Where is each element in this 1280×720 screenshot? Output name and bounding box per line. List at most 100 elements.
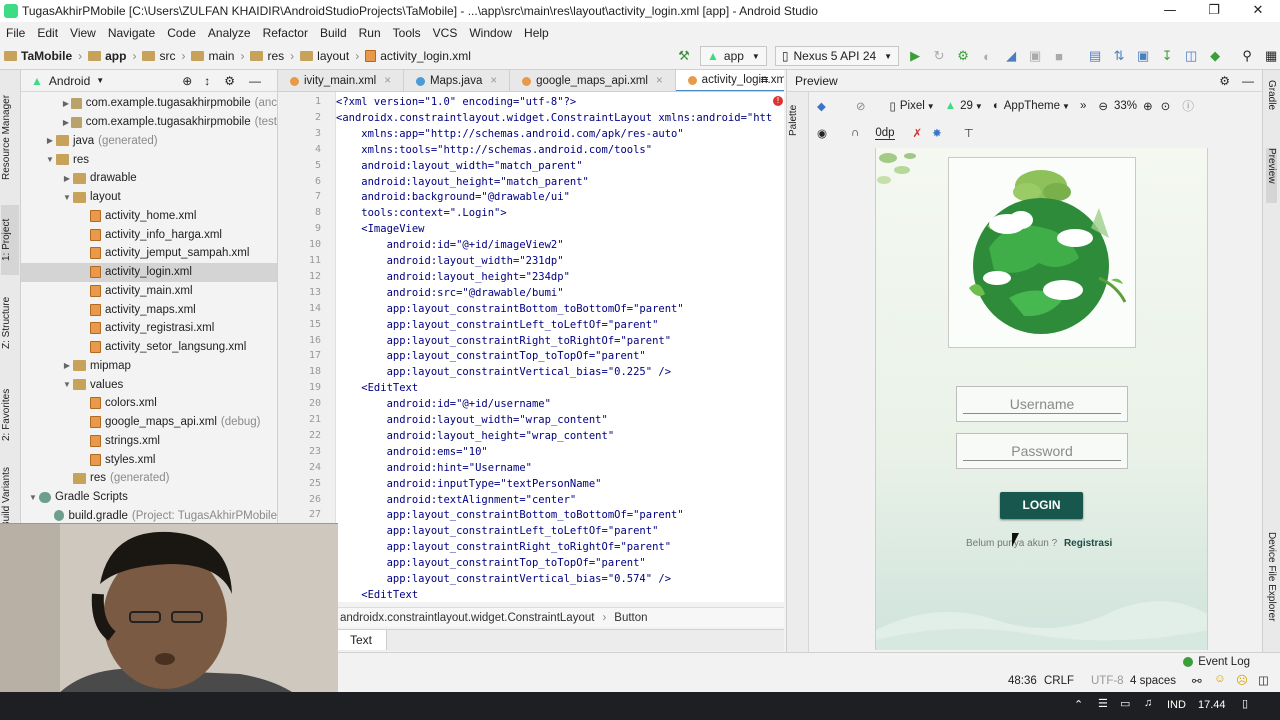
apply-changes-icon[interactable]: ↻ <box>927 45 951 67</box>
breadcrumb-src[interactable]: src <box>138 49 179 63</box>
editor-tab[interactable]: ivity_main.xml × <box>278 70 404 91</box>
debug-icon[interactable]: ⚙ <box>951 45 975 67</box>
close-tab-icon[interactable]: × <box>384 75 391 87</box>
menu-help[interactable]: Help <box>518 26 555 40</box>
battery-icon[interactable]: ▭ <box>1120 697 1130 710</box>
restore-icon[interactable]: ❐ <box>1192 0 1236 22</box>
tab-text[interactable]: Text <box>336 630 388 650</box>
chevron-right-icon[interactable]: ▶ <box>61 174 73 183</box>
menu-window[interactable]: Window <box>463 26 518 40</box>
tree-item[interactable]: activity_info_harga.xml <box>21 225 277 244</box>
menu-navigate[interactable]: Navigate <box>102 26 161 40</box>
tab-project[interactable]: 1: Project <box>1 205 19 275</box>
username-field[interactable]: Username <box>956 386 1128 422</box>
menu-view[interactable]: View <box>64 26 102 40</box>
tree-item[interactable]: strings.xml <box>21 432 277 451</box>
tree-item[interactable]: colors.xml <box>21 394 277 413</box>
breadcrumb-module[interactable]: app <box>84 49 130 63</box>
file-encoding[interactable]: UTF-8 <box>1091 675 1124 687</box>
avd-manager-icon[interactable]: ▣ <box>1131 45 1155 67</box>
tree-item[interactable]: ▶ mipmap <box>21 357 277 376</box>
tab-device-file-explorer[interactable]: Device File Explorer <box>1266 532 1277 642</box>
run-config-dropdown[interactable]: ▲ app ▼ <box>700 46 767 66</box>
coverage-icon[interactable]: ▣ <box>1023 45 1047 67</box>
tree-item[interactable]: ▶ java (generated) <box>21 132 277 151</box>
breadcrumb-project[interactable]: TaMobile <box>0 49 76 63</box>
lock-icon[interactable]: ⚯ <box>1192 674 1202 688</box>
menu-build[interactable]: Build <box>314 26 353 40</box>
tabs-overflow-icon[interactable]: ≡ <box>760 73 769 86</box>
tab-preview[interactable]: Preview <box>1266 148 1277 203</box>
clear-constraints-icon[interactable]: ✗ <box>913 126 923 140</box>
chevron-down-icon[interactable]: ▼ <box>61 380 73 389</box>
tab-structure[interactable]: Z: Structure <box>1 288 19 358</box>
tree-item[interactable]: activity_maps.xml <box>21 300 277 319</box>
tree-item[interactable]: res (generated) <box>21 469 277 488</box>
hide-icon[interactable]: — <box>249 74 261 88</box>
tree-item[interactable]: activity_home.xml <box>21 207 277 226</box>
notifications-icon[interactable]: ▯ <box>1242 697 1248 710</box>
tab-resource-manager[interactable]: Resource Manager <box>1 82 19 192</box>
indent-setting[interactable]: 4 spaces <box>1130 675 1176 687</box>
tab-palette[interactable]: Palette <box>788 100 806 140</box>
editor-tab[interactable]: Maps.java × <box>404 70 511 91</box>
locate-icon[interactable]: ⊕ <box>182 74 192 88</box>
infer-constraints-icon[interactable]: ✸ <box>932 126 942 140</box>
menu-refactor[interactable]: Refactor <box>257 26 314 40</box>
chevron-down-icon[interactable]: ▼ <box>27 493 39 502</box>
tree-item[interactable]: styles.xml <box>21 450 277 469</box>
smiley-icon[interactable]: ☺ <box>1214 673 1226 685</box>
menu-analyze[interactable]: Analyze <box>202 26 257 40</box>
breadcrumb-layout[interactable]: layout <box>296 49 353 63</box>
close-tab-icon[interactable]: × <box>656 75 663 87</box>
more-icon[interactable]: » <box>1080 100 1086 112</box>
stop-icon[interactable]: ■ <box>1047 45 1071 67</box>
collapse-icon[interactable]: ↕ <box>204 74 210 88</box>
chevron-up-icon[interactable]: ⌃ <box>1074 698 1083 711</box>
password-field[interactable]: Password <box>956 433 1128 469</box>
tree-item[interactable]: activity_main.xml <box>21 282 277 301</box>
close-tab-icon[interactable]: × <box>490 75 497 87</box>
search-icon[interactable]: ⚲ <box>1235 45 1259 67</box>
hide-icon[interactable]: — <box>1242 74 1254 88</box>
tree-item[interactable]: activity_setor_langsung.xml <box>21 338 277 357</box>
chevron-right-icon[interactable]: ▶ <box>44 136 56 145</box>
orientation-icon[interactable]: ⊘ <box>856 99 866 113</box>
tree-item[interactable]: ▼ layout <box>21 188 277 207</box>
memory-indicator-icon[interactable]: ◫ <box>1258 673 1269 687</box>
warning-icon[interactable]: ⓘ <box>1182 98 1194 114</box>
error-indicator-icon[interactable]: ! <box>773 96 783 106</box>
clock[interactable]: 17.44 <box>1198 699 1226 711</box>
registrasi-link[interactable]: Registrasi <box>1064 538 1112 549</box>
breadcrumb-file[interactable]: activity_login.xml <box>361 49 475 63</box>
theme-dropdown[interactable]: AppTheme <box>1004 100 1060 112</box>
chevron-right-icon[interactable]: ▶ <box>61 361 73 370</box>
menu-code[interactable]: Code <box>161 26 202 40</box>
login-button[interactable]: LOGIN <box>1000 492 1083 519</box>
frown-icon[interactable]: ☹ <box>1236 673 1248 687</box>
gear-icon[interactable]: ⚙ <box>1219 74 1230 88</box>
gear-icon[interactable]: ⚙ <box>224 74 235 88</box>
design-canvas[interactable]: Username Password LOGIN Belum punya akun… <box>875 148 1208 650</box>
tree-item[interactable]: activity_login.xml <box>21 262 277 282</box>
sync-icon[interactable]: ⇅ <box>1107 45 1131 67</box>
zoom-in-icon[interactable]: ⊕ <box>1143 99 1153 113</box>
chevron-down-icon[interactable]: ▼ <box>61 193 73 202</box>
tab-favorites[interactable]: 2: Favorites <box>1 375 19 455</box>
tree-item[interactable]: ▶ drawable <box>21 169 277 188</box>
menu-run[interactable]: Run <box>353 26 387 40</box>
layout-inspector-icon[interactable]: ◫ <box>1179 45 1203 67</box>
earth-image-view[interactable] <box>948 157 1136 348</box>
line-separator[interactable]: CRLF <box>1044 675 1074 687</box>
sdk-manager-icon[interactable]: ↧ <box>1155 45 1179 67</box>
tree-item[interactable]: ▶ com.example.tugasakhirpmobile (anc <box>21 94 277 113</box>
code-editor[interactable]: <?xml version="1.0" encoding="utf-8"?> <a… <box>336 92 784 602</box>
preview-device-dropdown[interactable]: Pixel <box>900 100 925 112</box>
run-icon[interactable]: ▶ <box>903 45 927 67</box>
chevron-right-icon[interactable]: ▶ <box>61 99 71 108</box>
layers-icon[interactable]: ◆ <box>817 99 826 113</box>
zoom-out-icon[interactable]: ⊖ <box>1098 99 1108 113</box>
assistant-icon[interactable]: ◆ <box>1203 45 1227 67</box>
tree-item[interactable]: ▼ Gradle Scripts <box>21 488 277 507</box>
language-indicator[interactable]: IND <box>1167 699 1186 711</box>
